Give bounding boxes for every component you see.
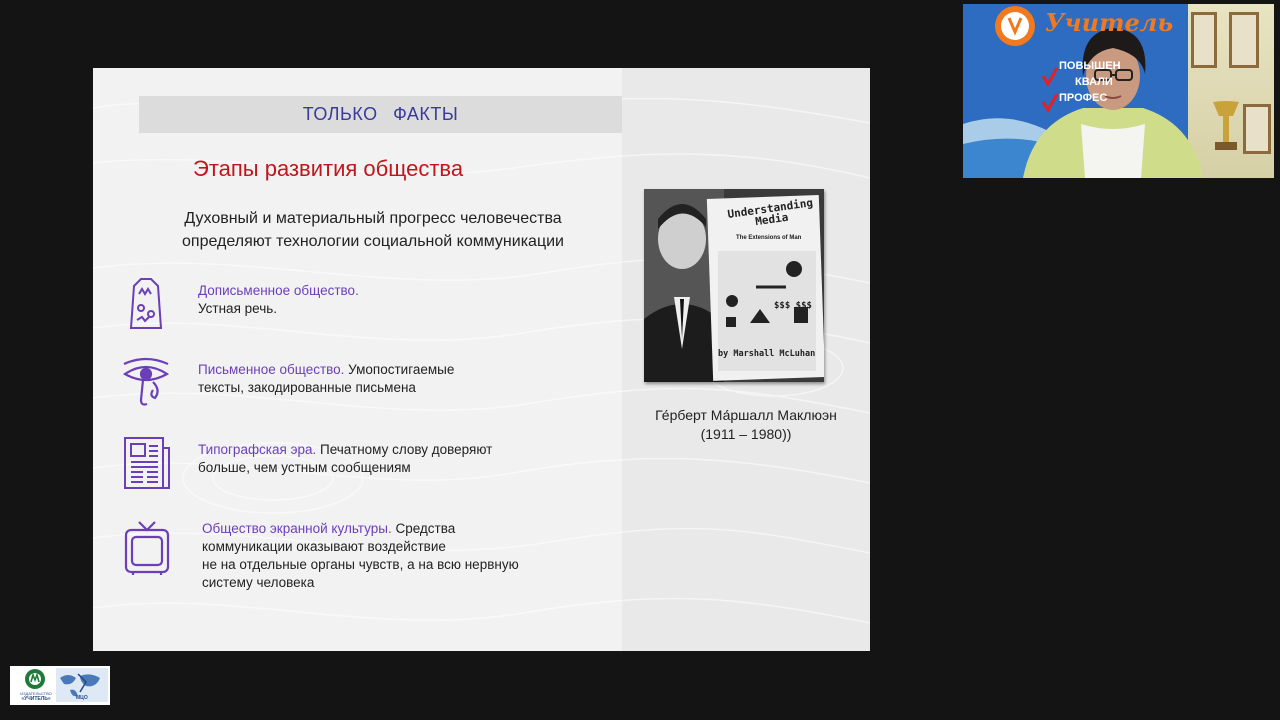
mcluhan-photo: Understanding Media The Extensions of Ma…	[644, 189, 826, 382]
slide-subtitle: Духовный и материальный прогресс человеч…	[123, 207, 623, 253]
subtitle-line-1: Духовный и материальный прогресс человеч…	[184, 210, 562, 227]
subtitle-line-2: определяют технологии социальной коммуни…	[182, 233, 564, 250]
publisher-logo: ИЗДАТЕЛЬСТВО «УЧИТЕЛЬ» МЦО	[10, 666, 110, 705]
book-author: by Marshall McLuhan	[718, 349, 816, 359]
logo-text-3: МЦО	[76, 695, 88, 701]
sign-line-1: ПОВЫШЕН	[1059, 60, 1121, 72]
item-highlight: Дописьменное общество.	[198, 283, 359, 298]
list-item-screen-culture: Общество экранной культуры. Средства ком…	[202, 520, 519, 592]
item-line2: коммуникации оказывают воздействие	[202, 539, 446, 554]
item-line3: не на отдельные органы чувств, а на всю …	[202, 557, 519, 572]
item-line2: тексты, закодированные письмена	[198, 380, 416, 395]
item-line2: больше, чем устным сообщениям	[198, 460, 411, 475]
item-line4: систему человека	[202, 575, 315, 590]
logo-text-2: «УЧИТЕЛЬ»	[21, 696, 51, 702]
item-highlight: Письменное общество.	[198, 362, 345, 377]
tv-icon	[124, 521, 170, 575]
publisher-emblem-icon	[25, 669, 45, 689]
banner-text: ТОЛЬКО ФАКТЫ	[302, 104, 459, 124]
webcam-video: Учитель ПОВЫШЕН КВАЛИ ПРОФЕС	[963, 4, 1274, 178]
caption-years: (1911 – 1980))	[700, 426, 792, 442]
sign-line-2: КВАЛИ	[1075, 76, 1113, 88]
presentation-slide: ТОЛЬКО ФАКТЫ Этапы развития общества Дух…	[93, 68, 870, 651]
eye-of-horus-icon	[122, 357, 170, 406]
item-highlight: Типографская эра.	[198, 442, 317, 457]
book-subtitle: The Extensions of Man	[736, 235, 802, 241]
caption-name: Ге́рберт Ма́ршалл Маклюэн	[655, 407, 837, 423]
list-item-preliterate: Дописьменное общество. Устная речь.	[198, 282, 359, 318]
slide-title: Этапы развития общества	[193, 156, 464, 181]
sign-title: Учитель	[1045, 8, 1174, 37]
book-symbols: $$$ $$$	[774, 301, 812, 311]
item-rest: Печатному слову доверяют	[316, 442, 493, 457]
photo-caption: Ге́рберт Ма́ршалл Маклюэн (1911 – 1980))	[638, 406, 854, 444]
item-rest: Средства	[391, 521, 456, 536]
cave-painting-icon	[129, 278, 163, 329]
list-item-literate: Письменное общество. Умопостигаемые текс…	[198, 361, 454, 397]
item-rest: Умопостигаемые	[344, 362, 455, 377]
item-highlight: Общество экранной культуры.	[202, 521, 392, 536]
newspaper-icon	[124, 437, 170, 489]
sign-line-3: ПРОФЕС	[1059, 92, 1108, 104]
item-line2: Устная речь.	[198, 301, 278, 316]
list-item-typographic: Типографская эра. Печатному слову доверя…	[198, 441, 492, 477]
